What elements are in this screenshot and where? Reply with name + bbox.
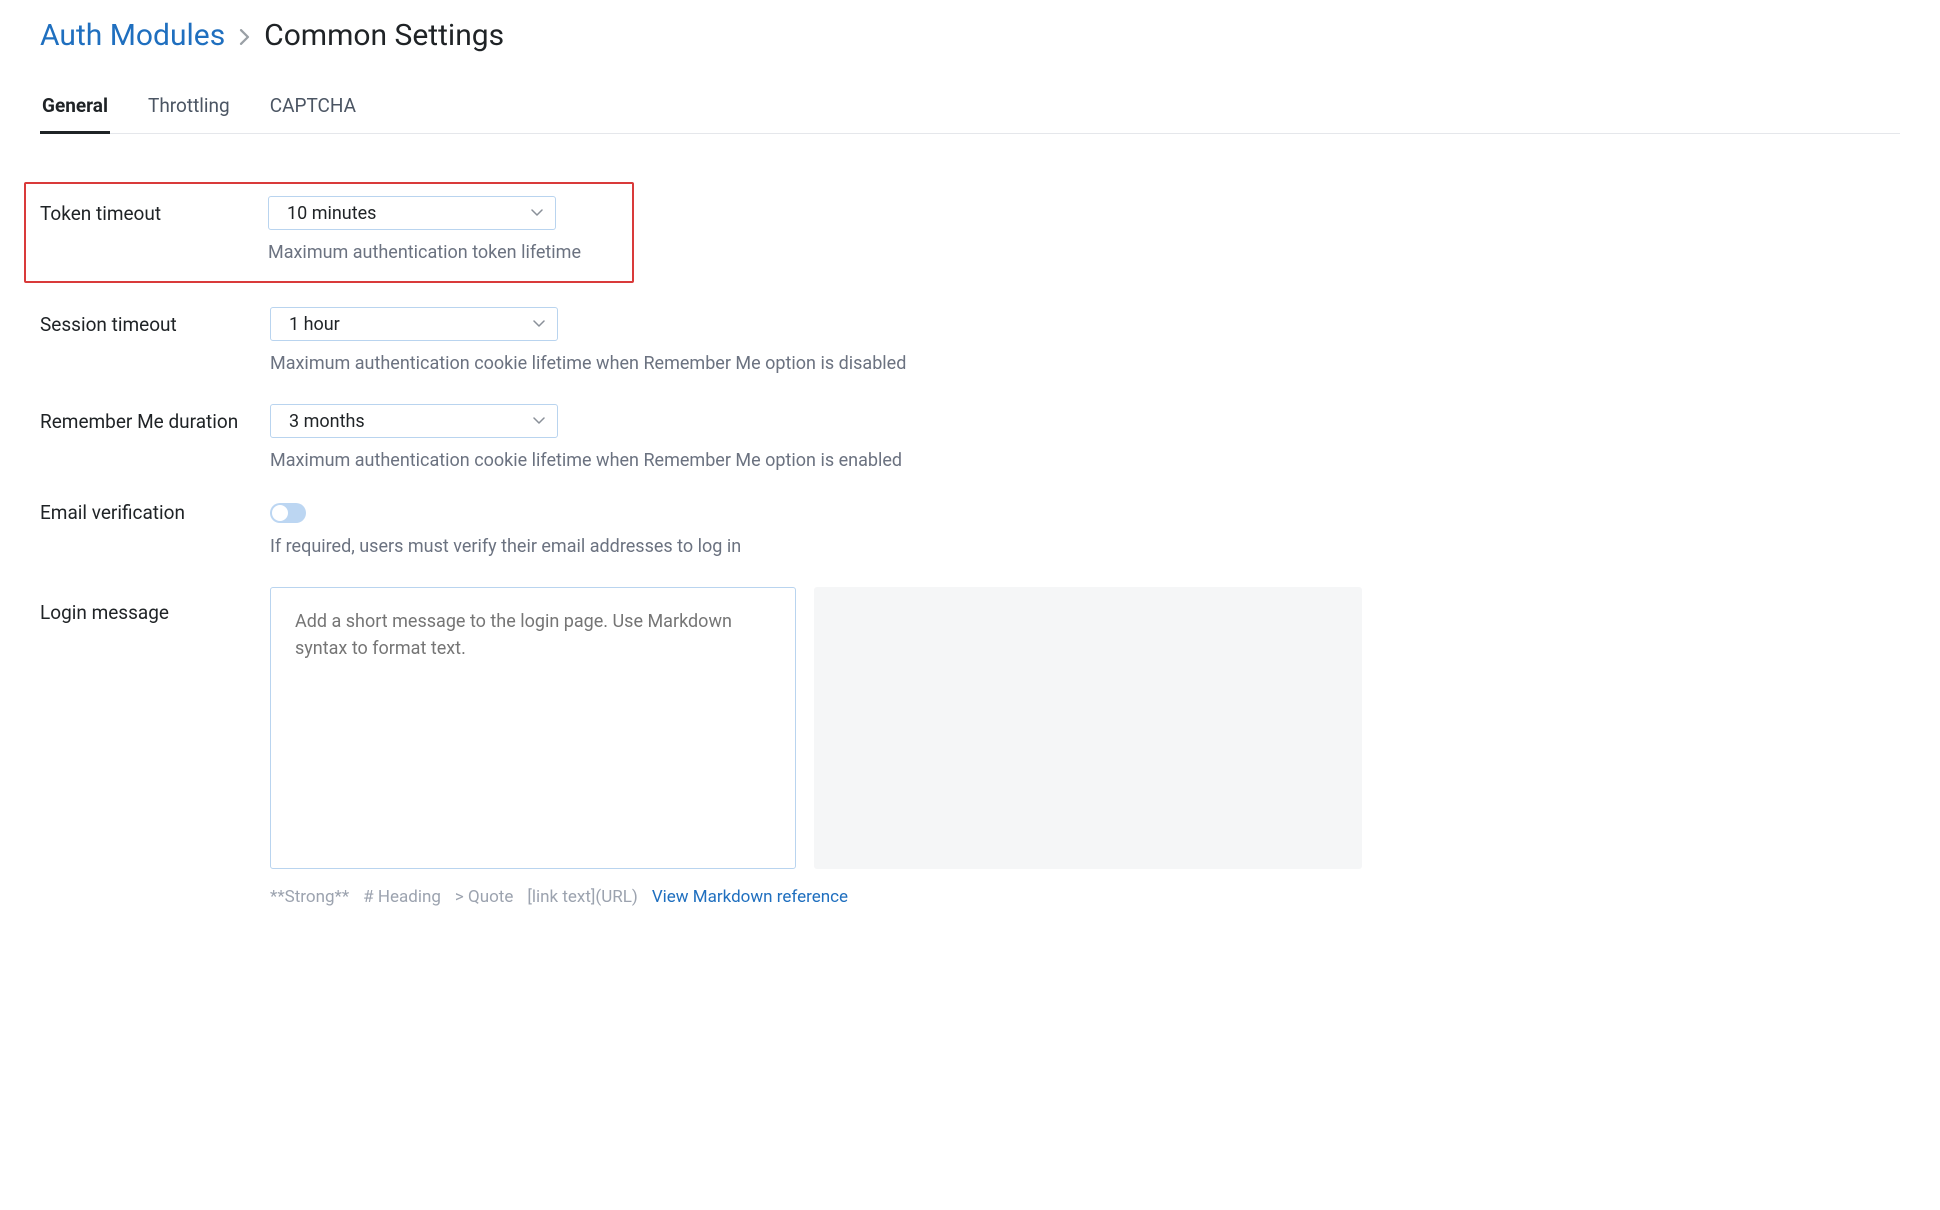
login-message-label: Login message (40, 587, 270, 624)
remember-me-select[interactable]: 3 months (270, 404, 558, 438)
email-verification-toggle[interactable] (270, 503, 306, 523)
markdown-reference-link[interactable]: View Markdown reference (652, 887, 848, 907)
token-timeout-value: 10 minutes (287, 203, 376, 224)
session-timeout-help: Maximum authentication cookie lifetime w… (270, 353, 1900, 374)
session-timeout-section: Session timeout 1 hour Maximum authentic… (40, 307, 1900, 374)
token-timeout-section: Token timeout 10 minutes Maximum authent… (24, 182, 634, 283)
email-verification-help: If required, users must verify their ema… (270, 536, 1900, 557)
markdown-hint-link: [link text](URL) (527, 887, 637, 907)
chevron-down-icon (531, 205, 543, 221)
markdown-hint-heading: # Heading (363, 887, 441, 907)
remember-me-label: Remember Me duration (40, 410, 270, 433)
tab-general[interactable]: General (40, 94, 110, 134)
markdown-hint-quote: > Quote (455, 887, 513, 907)
token-timeout-label: Token timeout (40, 202, 268, 225)
session-timeout-value: 1 hour (289, 314, 340, 335)
remember-me-section: Remember Me duration 3 months Maximum au… (40, 404, 1900, 471)
tab-throttling[interactable]: Throttling (146, 94, 232, 134)
chevron-down-icon (533, 316, 545, 332)
remember-me-help: Maximum authentication cookie lifetime w… (270, 450, 1900, 471)
login-message-section: Login message **Strong** # Heading > Quo… (40, 587, 1900, 907)
page-title: Common Settings (264, 18, 504, 53)
tabs: General Throttling CAPTCHA (40, 93, 1900, 134)
login-message-input[interactable] (270, 587, 796, 869)
session-timeout-select[interactable]: 1 hour (270, 307, 558, 341)
email-verification-label: Email verification (40, 501, 270, 524)
breadcrumb-parent-link[interactable]: Auth Modules (40, 18, 225, 53)
toggle-knob (272, 505, 288, 521)
breadcrumb: Auth Modules Common Settings (40, 18, 1900, 53)
remember-me-value: 3 months (289, 411, 365, 432)
token-timeout-help: Maximum authentication token lifetime (268, 242, 618, 263)
markdown-hint-strong: **Strong** (270, 887, 349, 907)
chevron-right-icon (239, 25, 250, 49)
email-verification-section: Email verification If required, users mu… (40, 501, 1900, 557)
tab-captcha[interactable]: CAPTCHA (268, 94, 358, 134)
chevron-down-icon (533, 413, 545, 429)
login-message-preview (814, 587, 1362, 869)
token-timeout-select[interactable]: 10 minutes (268, 196, 556, 230)
session-timeout-label: Session timeout (40, 313, 270, 336)
markdown-hint: **Strong** # Heading > Quote [link text]… (270, 887, 1900, 907)
